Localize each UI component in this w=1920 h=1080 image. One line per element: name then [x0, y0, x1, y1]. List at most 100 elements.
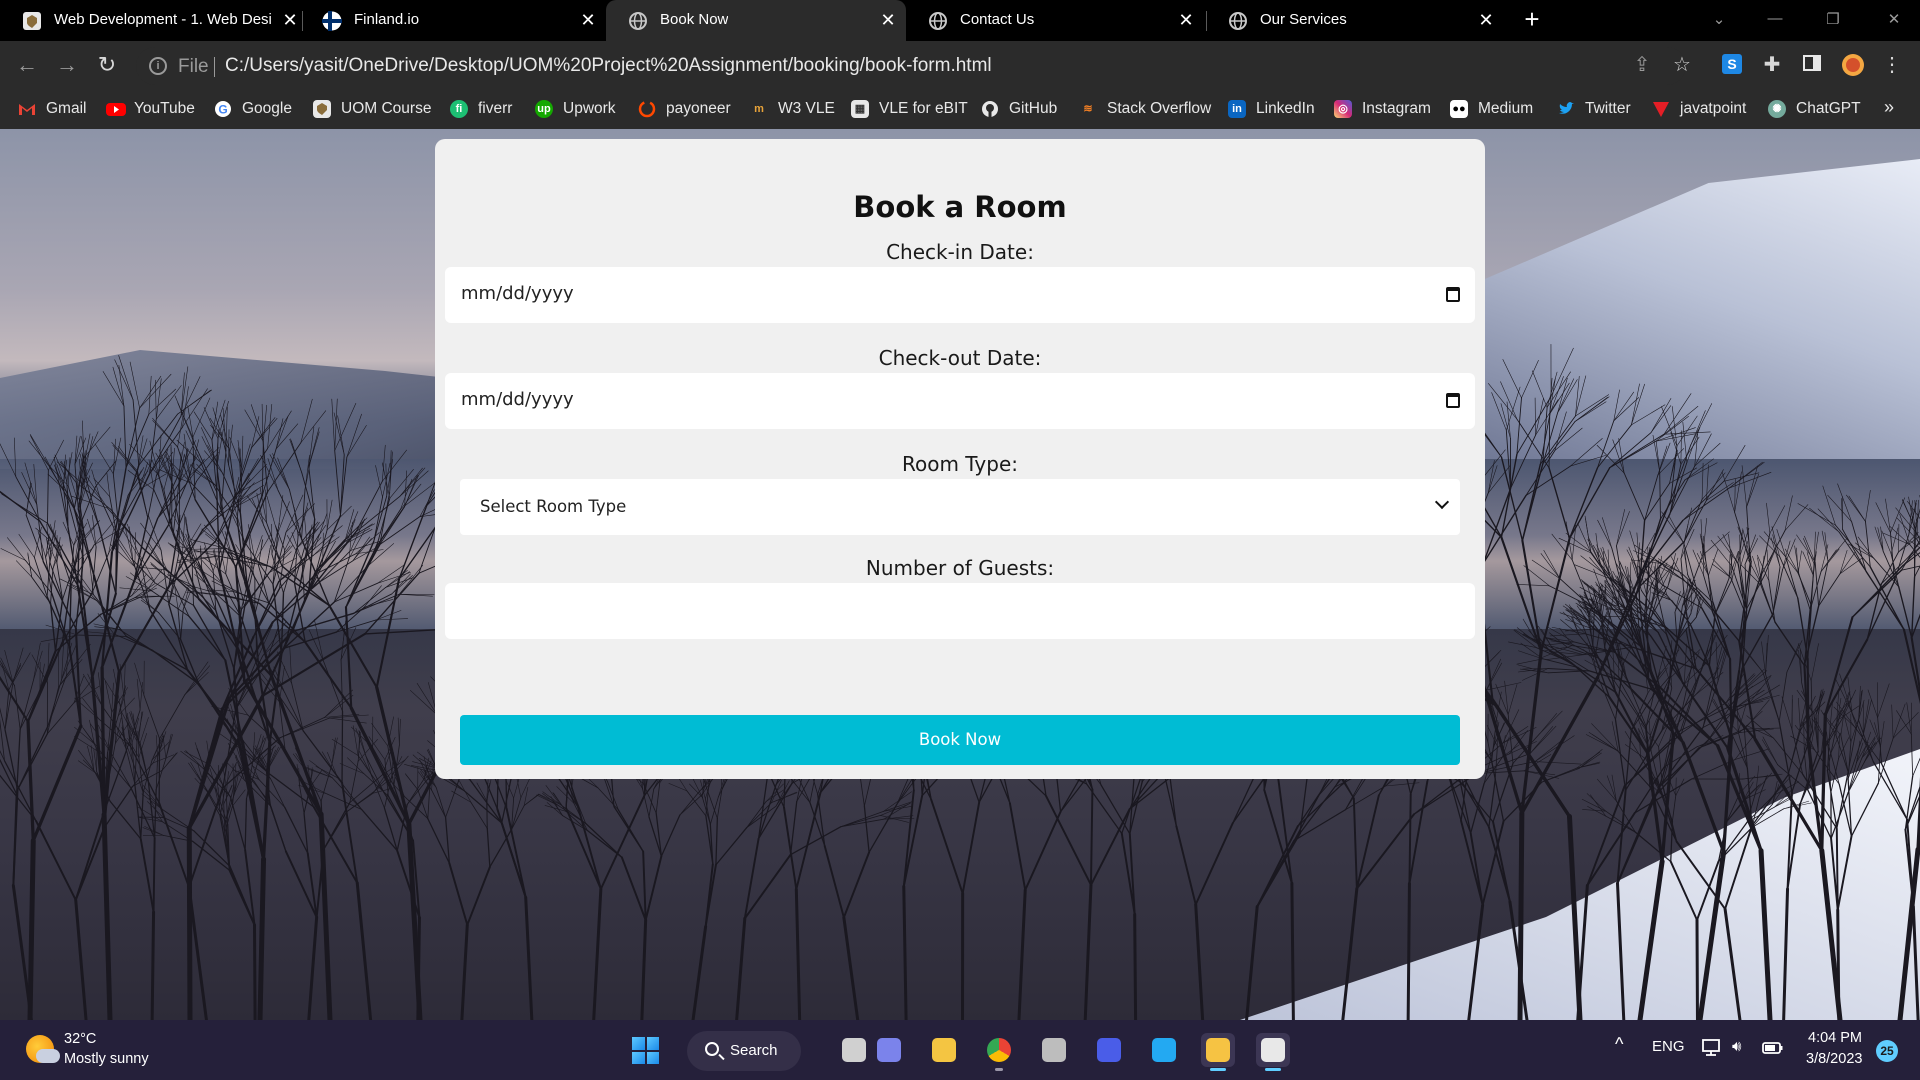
- close-icon[interactable]: ✕: [1476, 10, 1496, 30]
- twitter-icon: [1557, 100, 1575, 118]
- mathworks-icon: [1097, 1038, 1121, 1062]
- checkin-placeholder: mm/dd/yyyy: [461, 283, 574, 304]
- taskbar-app[interactable]: [982, 1033, 1016, 1071]
- windows-start-icon[interactable]: [632, 1037, 659, 1064]
- book-now-button[interactable]: Book Now: [460, 715, 1460, 765]
- guests-input[interactable]: [445, 583, 1475, 639]
- uom-crest-icon: [22, 11, 42, 31]
- taskbar: 32°C Mostly sunny Search ^ ENG 🔊︎ 4:04 P…: [0, 1020, 1920, 1080]
- running-indicator: [995, 1068, 1003, 1071]
- weather-description: Mostly sunny: [64, 1051, 149, 1067]
- tab-book-now[interactable]: Book Now ✕: [606, 0, 906, 41]
- linkedin-icon: in: [1228, 100, 1246, 118]
- uom-crest-icon: [313, 100, 331, 118]
- browser-toolbar: ← → ↻ i File C:/Users/yasit/OneDrive/Des…: [0, 41, 1920, 90]
- taskbar-app[interactable]: [872, 1033, 906, 1067]
- youtube-icon: [106, 100, 126, 118]
- back-arrow-icon[interactable]: ←: [15, 54, 39, 78]
- menu-kebab-icon[interactable]: ⋮: [1880, 53, 1904, 77]
- taskbar-app[interactable]: [927, 1033, 961, 1067]
- calendar-icon[interactable]: [1446, 393, 1460, 408]
- close-window-icon[interactable]: ✕: [1884, 10, 1904, 28]
- weather-temperature: 32°C: [64, 1031, 97, 1047]
- taskbar-app[interactable]: [1092, 1033, 1126, 1067]
- new-tab-button[interactable]: +: [1520, 6, 1544, 32]
- room-type-label: Room Type:: [902, 452, 1018, 476]
- search-label: Search: [730, 1042, 778, 1059]
- google-icon: G: [214, 100, 232, 118]
- clock-time[interactable]: 4:04 PM: [1808, 1030, 1862, 1046]
- globe-icon: [628, 11, 648, 31]
- checkin-label: Check-in Date:: [886, 240, 1034, 264]
- address-url[interactable]: C:/Users/yasit/OneDrive/Desktop/UOM%20Pr…: [225, 55, 992, 77]
- finland-flag-icon: [322, 11, 342, 31]
- taskbar-app[interactable]: [837, 1033, 871, 1067]
- close-icon[interactable]: ✕: [280, 10, 300, 30]
- minimize-icon[interactable]: —: [1765, 10, 1785, 27]
- restore-icon[interactable]: ❐: [1823, 10, 1843, 28]
- clock-date[interactable]: 3/8/2023: [1806, 1051, 1862, 1067]
- network-icon[interactable]: [1702, 1038, 1722, 1060]
- page-viewport: Book a Room Check-in Date: mm/dd/yyyy Ch…: [0, 129, 1920, 1020]
- close-icon[interactable]: ✕: [1176, 10, 1196, 30]
- share-icon[interactable]: ⇪: [1630, 53, 1654, 77]
- instagram-icon: ◎: [1334, 100, 1352, 118]
- checkout-label: Check-out Date:: [878, 346, 1042, 370]
- tab-strip: Web Development - 1. Web Desi ✕ Finland.…: [0, 0, 1920, 41]
- booking-form: Book a Room Check-in Date: mm/dd/yyyy Ch…: [435, 139, 1485, 779]
- svg-text:G: G: [218, 103, 227, 117]
- cloud-icon: [36, 1049, 60, 1063]
- guests-label: Number of Guests:: [865, 556, 1055, 580]
- globe-icon: [928, 11, 948, 31]
- vscode-icon: [1152, 1038, 1176, 1062]
- github-icon: [981, 100, 999, 118]
- tab-title: Finland.io: [354, 11, 420, 28]
- search-icon: [705, 1042, 719, 1056]
- forward-arrow-icon[interactable]: →: [55, 54, 79, 78]
- close-icon[interactable]: ✕: [578, 10, 598, 30]
- tab-title: Book Now: [660, 11, 729, 28]
- file-explorer-icon: [932, 1038, 956, 1062]
- room-type-select[interactable]: Select Room Type: [460, 479, 1460, 535]
- tray-chevron-up-icon[interactable]: ^: [1615, 1034, 1623, 1055]
- close-icon[interactable]: ✕: [878, 10, 898, 30]
- javatpoint-icon: [1652, 100, 1670, 118]
- language-indicator[interactable]: ENG: [1652, 1038, 1685, 1055]
- bookmark-star-icon[interactable]: ☆: [1670, 53, 1694, 77]
- extension-s-icon[interactable]: S: [1720, 53, 1744, 77]
- tab-search-chevron-icon[interactable]: ⌄: [1709, 10, 1729, 28]
- gmail-icon: [18, 100, 36, 118]
- side-panel-icon[interactable]: [1800, 53, 1824, 77]
- svg-text:S: S: [1727, 56, 1736, 72]
- extensions-puzzle-icon[interactable]: ✚: [1760, 53, 1784, 77]
- address-scheme-label: File: [178, 56, 209, 77]
- address-divider: [214, 57, 215, 77]
- address-bar[interactable]: i File C:/Users/yasit/OneDrive/Desktop/U…: [136, 47, 1686, 85]
- battery-icon[interactable]: [1762, 1038, 1784, 1060]
- tab-our-services[interactable]: Our Services ✕: [1206, 0, 1506, 41]
- bookmarks-overflow-button[interactable]: »: [1884, 97, 1894, 118]
- stackoverflow-icon: ≋: [1083, 103, 1093, 115]
- tab-finland[interactable]: Finland.io ✕: [300, 0, 600, 41]
- bookmarks-bar: Gmail YouTube G Google UOM Course fi fiv…: [0, 90, 1920, 129]
- tab-contact-us[interactable]: Contact Us ✕: [906, 0, 1206, 41]
- taskbar-app[interactable]: [1256, 1033, 1290, 1071]
- notification-badge[interactable]: 25: [1876, 1040, 1898, 1062]
- calendar-icon[interactable]: [1446, 287, 1460, 302]
- taskbar-app[interactable]: [1147, 1033, 1181, 1067]
- info-icon[interactable]: i: [149, 57, 167, 75]
- tab-web-development[interactable]: Web Development - 1. Web Desi ✕: [0, 0, 300, 41]
- checkin-date-field[interactable]: mm/dd/yyyy: [445, 267, 1475, 323]
- taskbar-app[interactable]: [1037, 1033, 1071, 1067]
- checkout-date-field[interactable]: mm/dd/yyyy: [445, 373, 1475, 429]
- chatgpt-icon: ✺: [1768, 100, 1786, 118]
- volume-icon[interactable]: 🔊︎: [1732, 1038, 1741, 1055]
- sticky-notes-icon: [1206, 1038, 1230, 1062]
- profile-avatar-icon[interactable]: [1841, 53, 1865, 77]
- upwork-icon: up: [535, 100, 553, 118]
- reload-icon[interactable]: ↻: [95, 54, 119, 78]
- tab-title: Web Development - 1. Web Desi: [54, 11, 272, 28]
- taskbar-search[interactable]: Search: [687, 1031, 801, 1071]
- taskbar-app[interactable]: [1201, 1033, 1235, 1071]
- checkout-placeholder: mm/dd/yyyy: [461, 389, 574, 410]
